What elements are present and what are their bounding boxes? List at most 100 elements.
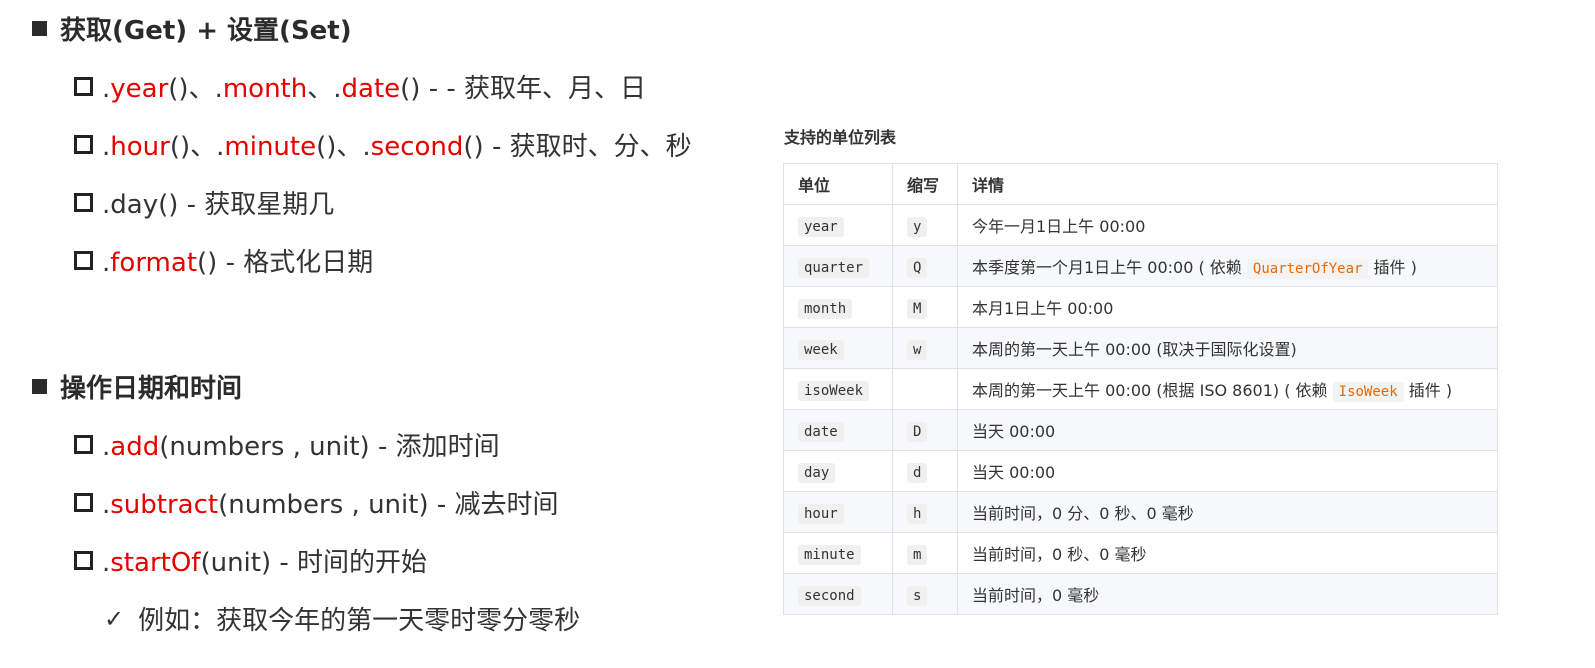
cell-detail: 本季度第一个月1日上午 00:00 ( 依赖 QuarterOfYear 插件 … <box>957 245 1498 287</box>
abbr-code: d <box>907 462 928 483</box>
bullet-subtract: .subtract(numbers , unit) - 减去时间 <box>74 484 559 521</box>
bullet-startof: .startOf(unit) - 时间的开始 <box>74 542 427 579</box>
example-line: ✓ 例如：获取今年的第一天零时零分零秒 <box>104 600 580 637</box>
cell-unit: isoWeek <box>783 368 893 410</box>
method-name: format <box>110 248 198 278</box>
hollow-square-icon <box>74 193 93 212</box>
detail-text: 本月1日上午 00:00 <box>972 299 1114 318</box>
text-segment: . <box>333 74 342 104</box>
cell-unit: minute <box>783 532 893 574</box>
cell-abbr: D <box>892 409 958 451</box>
unit-code: minute <box>798 544 861 565</box>
cell-abbr: s <box>892 573 958 615</box>
cell-unit: quarter <box>783 245 893 287</box>
cell-abbr: d <box>892 450 958 492</box>
detail-text: 当前时间，0 秒、0 毫秒 <box>972 545 1147 564</box>
cell-detail: 本月1日上午 00:00 <box>957 286 1498 328</box>
section-get-set-label: 获取(Get) + 设置(Set) <box>60 16 352 46</box>
table-row: second s 当前时间，0 毫秒 <box>783 573 1498 615</box>
cell-detail: 当天 00:00 <box>957 450 1498 492</box>
method-name: month <box>222 74 308 104</box>
method-name: hour <box>110 132 170 162</box>
cell-abbr: Q <box>892 245 958 287</box>
hollow-square-icon <box>74 435 93 454</box>
table-row: date D 当天 00:00 <box>783 409 1498 451</box>
bullet-text: .format() - 格式化日期 <box>102 242 373 279</box>
cell-detail: 当前时间，0 分、0 秒、0 毫秒 <box>957 491 1498 533</box>
unit-code: month <box>798 298 853 319</box>
example-text: 例如：获取今年的第一天零时零分零秒 <box>138 606 581 636</box>
table-row: week w 本周的第一天上午 00:00 (取决于国际化设置) <box>783 327 1498 369</box>
units-table: 单位 缩写 详情 year y 今年一月1日上午 00:00 quarter Q 本季度第… <box>783 163 1498 615</box>
text-segment: ()、 <box>169 132 217 162</box>
cell-unit: year <box>783 204 893 246</box>
unit-code: week <box>798 339 844 360</box>
detail-text: 今年一月1日上午 00:00 <box>972 217 1146 236</box>
method-name: add <box>110 432 160 462</box>
cell-abbr: h <box>892 491 958 533</box>
text-segment: .day() - 获取星期几 <box>102 190 335 220</box>
unit-code: day <box>798 462 836 483</box>
table-row: day d 当天 00:00 <box>783 450 1498 492</box>
section-manipulate-title: 操作日期和时间 <box>32 368 242 405</box>
bullet-day: .day() - 获取星期几 <box>74 184 334 221</box>
text-segment: ()、 <box>168 74 215 104</box>
bullet-add: .add(numbers , unit) - 添加时间 <box>74 426 500 463</box>
cell-unit: date <box>783 409 893 451</box>
unit-code: date <box>798 421 844 442</box>
detail-text: 本周的第一天上午 00:00 (取决于国际化设置) <box>972 340 1297 359</box>
bullet-text: .year()、.month、.date() - - 获取年、月、日 <box>102 68 646 105</box>
table-row: isoWeek 本周的第一天上午 00:00 (根据 ISO 8601) ( 依赖… <box>783 368 1498 410</box>
detail-text: 当天 00:00 <box>972 463 1056 482</box>
method-name: minute <box>224 132 317 162</box>
cell-detail: 今年一月1日上午 00:00 <box>957 204 1498 246</box>
detail-text: 插件 ) <box>1403 381 1453 400</box>
method-name: year <box>110 74 169 104</box>
cell-detail: 本周的第一天上午 00:00 (取决于国际化设置) <box>957 327 1498 369</box>
hollow-square-icon <box>74 135 93 154</box>
hollow-square-icon <box>74 251 93 270</box>
cell-unit: week <box>783 327 893 369</box>
text-segment: (numbers , unit) - 减去时间 <box>218 490 559 520</box>
unit-code: second <box>798 585 861 606</box>
unit-code: quarter <box>798 257 870 278</box>
detail-text: 当前时间，0 毫秒 <box>972 586 1100 605</box>
text-segment: () - - 获取年、月、日 <box>400 74 647 104</box>
bullet-text: .startOf(unit) - 时间的开始 <box>102 542 427 579</box>
method-name: second <box>370 132 464 162</box>
abbr-code: y <box>907 216 928 237</box>
bullet-text: .day() - 获取星期几 <box>102 184 334 221</box>
table-row: quarter Q 本季度第一个月1日上午 00:00 ( 依赖 QuarterOf… <box>783 245 1498 287</box>
abbr-code: m <box>907 544 928 565</box>
detail-text: 本周的第一天上午 00:00 (根据 ISO 8601) ( 依赖 <box>972 381 1333 400</box>
plugin-code: IsoWeek <box>1332 382 1404 402</box>
unit-code: hour <box>798 503 844 524</box>
header-unit: 单位 <box>783 163 893 205</box>
cell-abbr <box>892 368 958 410</box>
method-name: date <box>341 74 401 104</box>
header-abbr: 缩写 <box>892 163 958 205</box>
cell-unit: month <box>783 286 893 328</box>
section-manipulate-label: 操作日期和时间 <box>60 374 243 404</box>
abbr-code: Q <box>907 257 928 278</box>
text-segment: . <box>214 74 223 104</box>
cell-abbr: w <box>892 327 958 369</box>
square-bullet-icon <box>32 21 47 36</box>
header-detail: 详情 <box>957 163 1498 205</box>
abbr-code: s <box>907 585 928 606</box>
method-name: startOf <box>110 548 201 578</box>
text-segment: (unit) - 时间的开始 <box>200 548 428 578</box>
text-segment: . <box>362 132 371 162</box>
abbr-code: w <box>907 339 928 360</box>
units-table-body: year y 今年一月1日上午 00:00 quarter Q 本季度第一个月1日上午 0… <box>783 204 1498 615</box>
bullet-hour-minute-second: .hour()、.minute()、.second() - 获取时、分、秒 <box>74 126 692 163</box>
square-bullet-icon <box>32 379 47 394</box>
table-row: month M 本月1日上午 00:00 <box>783 286 1498 328</box>
method-name: subtract <box>110 490 219 520</box>
cell-unit: second <box>783 573 893 615</box>
cell-abbr: M <box>892 286 958 328</box>
abbr-code: M <box>907 298 928 319</box>
cell-unit: hour <box>783 491 893 533</box>
bullet-format: .format() - 格式化日期 <box>74 242 373 279</box>
detail-text: 本季度第一个月1日上午 00:00 ( 依赖 <box>972 258 1247 277</box>
